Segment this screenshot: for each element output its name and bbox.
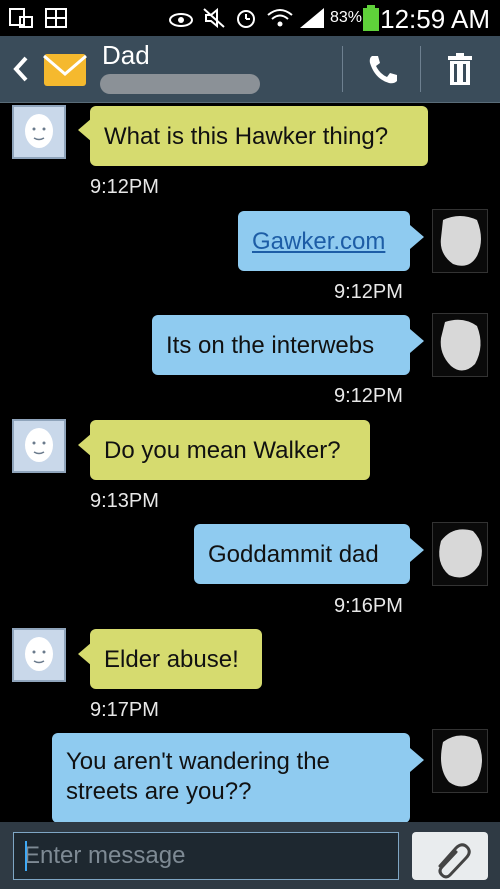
composer-bar [0,822,500,889]
received-message-bubble[interactable]: Do you mean Walker? [90,420,370,480]
battery-icon [363,5,379,31]
conversation-header: Dad [0,36,500,103]
redacted-number [100,74,260,94]
message-text-line: streets are you?? [66,778,252,805]
delete-button[interactable] [430,44,490,94]
message-time: 9:12PM [334,281,403,303]
message-text: Goddammit dad [208,541,379,568]
back-icon[interactable] [10,54,32,84]
attach-button[interactable] [412,832,488,880]
contact-avatar[interactable] [12,419,66,473]
received-message-bubble[interactable]: What is this Hawker thing? [90,106,428,166]
default-person-icon [25,428,53,462]
message-text: Do you mean Walker? [104,437,341,464]
sent-message-bubble[interactable]: Goddammit dad [194,524,410,584]
blurred-photo-icon [439,529,482,578]
alarm-icon [237,10,255,28]
mute-icon [203,7,225,29]
received-message-bubble[interactable]: Elder abuse! [90,629,262,689]
paperclip-icon [438,843,471,879]
message-envelope-icon [43,54,87,86]
default-person-icon [25,637,53,671]
blurred-photo-icon [440,319,481,371]
wifi-icon [267,9,293,27]
bubble-tail [410,748,424,772]
message-time: 9:12PM [334,385,403,407]
clock: 12:59 AM [380,4,490,34]
message-time: 9:17PM [90,699,159,721]
sent-message-bubble[interactable]: You aren't wandering the streets are you… [52,733,410,823]
status-bar: 83% 12:59 AM [0,0,500,36]
phone-icon [369,56,397,84]
message-text: What is this Hawker thing? [104,123,389,150]
contact-name[interactable]: Dad [102,40,150,71]
text-cursor [25,841,27,871]
grid-icon [45,8,67,28]
message-text: Its on the interwebs [166,332,375,359]
contact-avatar[interactable] [12,105,66,159]
header-divider [420,46,421,92]
signal-icon [300,8,324,28]
header-divider [342,46,343,92]
blurred-photo-icon [440,216,481,266]
my-avatar[interactable] [432,209,488,273]
message-input[interactable] [14,833,398,879]
screenshot-icon [9,8,33,28]
battery-percent: 83% [330,9,363,26]
message-input-wrapper[interactable] [13,832,399,880]
bubble-tail [410,538,424,562]
blurred-photo-icon [441,735,482,787]
my-avatar[interactable] [432,522,488,586]
my-avatar[interactable] [432,313,488,377]
message-text-line: You aren't wandering the [66,748,330,775]
message-text: Elder abuse! [104,646,239,673]
message-time: 9:12PM [90,176,159,198]
call-button[interactable] [352,44,412,94]
default-person-icon [25,114,53,148]
eye-icon [169,13,193,27]
trash-icon [448,53,472,85]
my-avatar[interactable] [432,729,488,793]
bubble-tail [410,329,424,353]
message-time: 9:13PM [90,490,159,512]
message-time: 9:16PM [334,595,403,617]
sent-message-bubble[interactable]: Gawker.com [238,211,410,271]
contact-avatar[interactable] [12,628,66,682]
bubble-tail [410,225,424,249]
message-link[interactable]: Gawker.com [252,228,385,255]
sent-message-bubble[interactable]: Its on the interwebs [152,315,410,375]
